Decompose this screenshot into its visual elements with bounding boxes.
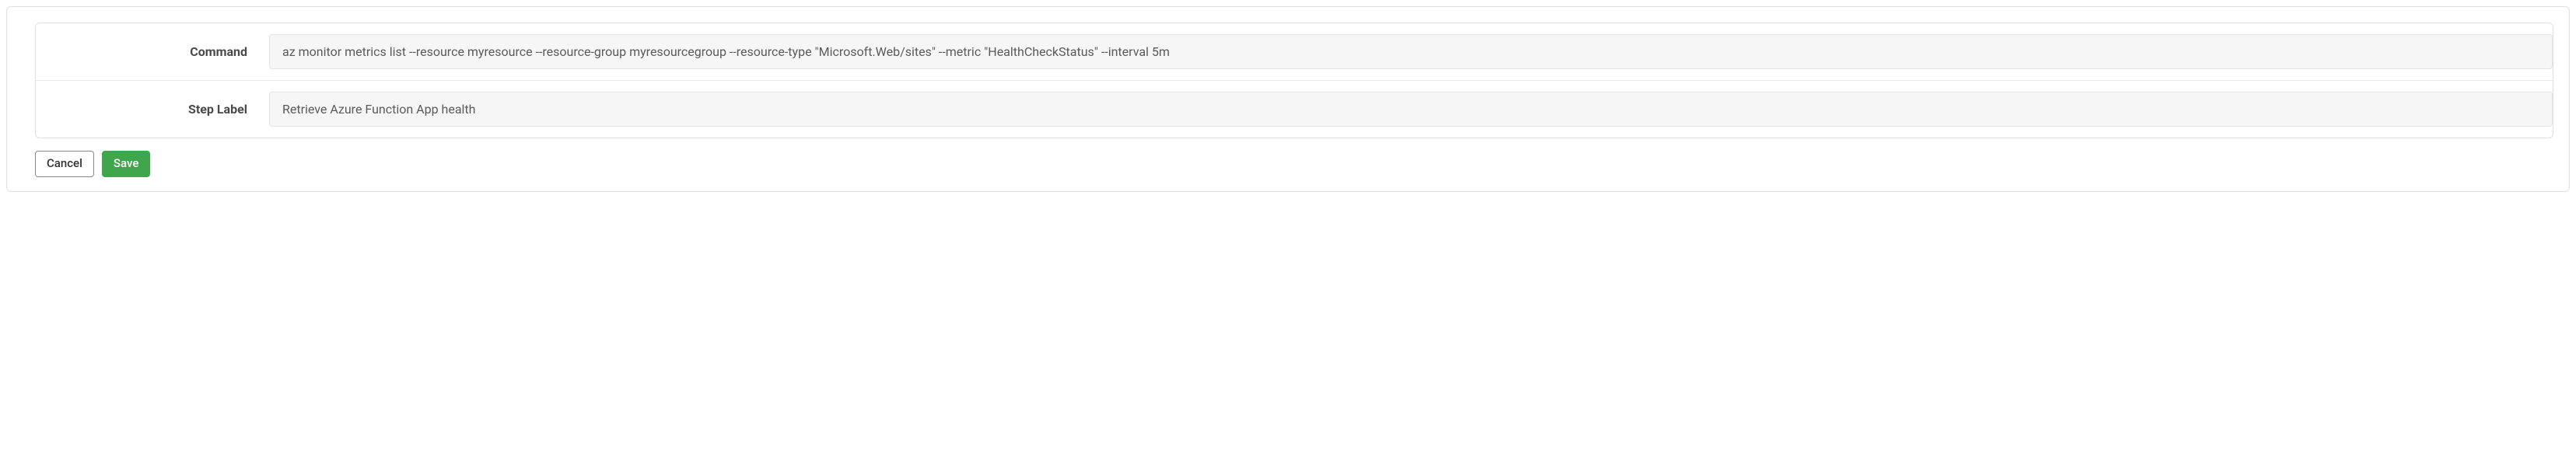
step-label-label: Step Label [36, 102, 269, 117]
cancel-button[interactable]: Cancel [35, 151, 94, 177]
form-row-step-label: Step Label [36, 80, 2553, 138]
step-label-input[interactable] [269, 92, 2553, 127]
step-label-field-wrap [269, 92, 2553, 127]
button-row: Cancel Save [7, 151, 2569, 191]
form-inner-panel: Command Step Label [35, 23, 2553, 138]
command-label: Command [36, 44, 269, 59]
form-row-command: Command [36, 23, 2553, 80]
command-field-wrap [269, 34, 2553, 69]
form-panel: Command Step Label Cancel Save [6, 6, 2570, 192]
command-input[interactable] [269, 34, 2553, 69]
save-button[interactable]: Save [102, 151, 150, 177]
